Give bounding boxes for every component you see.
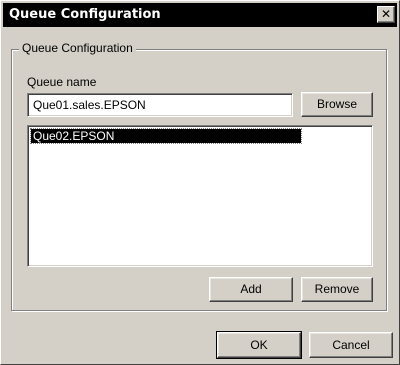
queue-name-input[interactable] <box>27 93 293 117</box>
title-bar[interactable]: Queue Configuration ✕ <box>3 3 397 27</box>
dialog-title: Queue Configuration <box>9 7 161 22</box>
cancel-button[interactable]: Cancel <box>309 332 393 358</box>
queue-configuration-dialog: Queue Configuration ✕ Queue Configuratio… <box>0 0 400 365</box>
queue-list[interactable]: Que02.EPSON <box>27 125 373 267</box>
ok-button[interactable]: OK <box>216 331 302 359</box>
queue-name-label: Queue name <box>27 75 97 89</box>
add-button[interactable]: Add <box>209 277 293 302</box>
browse-button[interactable]: Browse <box>301 92 373 117</box>
remove-button[interactable]: Remove <box>301 277 373 302</box>
close-icon: ✕ <box>380 7 392 21</box>
close-button[interactable]: ✕ <box>377 6 395 23</box>
list-item[interactable]: Que02.EPSON <box>30 128 302 144</box>
groupbox-legend: Queue Configuration <box>19 41 136 55</box>
